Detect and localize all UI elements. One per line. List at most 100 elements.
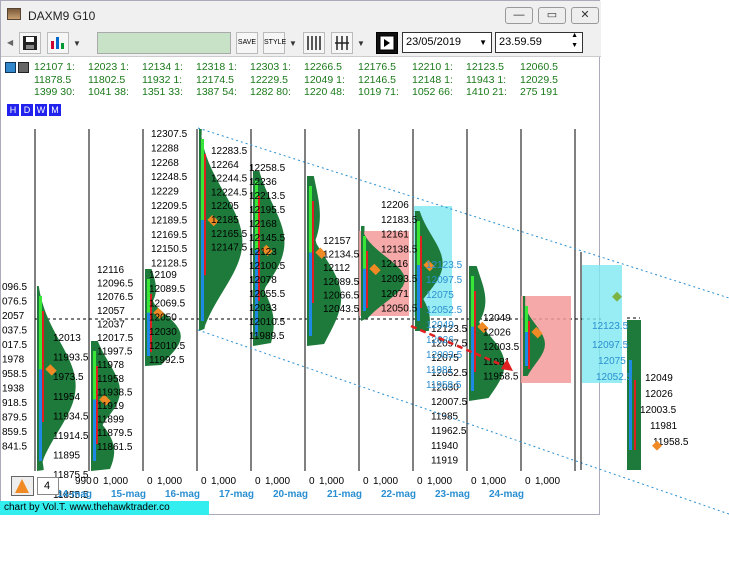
price-label: 11992.5 [149, 355, 185, 366]
price-label: 11919 [431, 455, 459, 466]
minimize-button[interactable]: — [505, 7, 533, 24]
volume-tick-label: 0 [417, 476, 423, 487]
nav-number-field[interactable]: 4 [37, 477, 59, 495]
price-label: 11954 [53, 392, 81, 403]
price-label: 11934.5 [53, 411, 89, 422]
price-label: 12049 [426, 320, 454, 331]
stat-value: 1052 66: [412, 86, 453, 98]
stat-value: 1399 30: [34, 86, 75, 98]
price-label: 12283.5 [211, 146, 248, 157]
price-label: 12264 [211, 160, 239, 171]
price-label: 918.5 [2, 398, 27, 409]
stat-value: 1220 48: [304, 86, 345, 98]
stat-value: 1041 38: [88, 86, 129, 98]
style-button[interactable]: STYLE [263, 32, 286, 54]
chart-type-icon[interactable] [47, 32, 69, 54]
stat-value: 12303 1: [250, 61, 291, 73]
mode-button-w[interactable]: W [35, 104, 47, 116]
price-label: 12033 [249, 303, 277, 314]
stats-column: 12023 1: 11802.5 1041 38: [88, 61, 129, 99]
price-label: 096.5 [2, 282, 27, 293]
price-label: 12003.5 [483, 342, 520, 353]
price-label: 12075 [598, 356, 626, 367]
price-label: 859.5 [2, 427, 27, 438]
volume-tick-label: 0 [471, 476, 477, 487]
date-label: 21-mag [327, 489, 362, 500]
poc-bar [366, 251, 368, 308]
price-label: 12026 [483, 328, 511, 339]
poc-bar [204, 154, 206, 276]
price-label: 12017.5 [97, 333, 134, 344]
price-label: 12165.5 [211, 229, 248, 240]
mode-button-h[interactable]: H [7, 104, 19, 116]
price-label: 12066.5 [323, 290, 360, 301]
price-label: 958.5 [2, 369, 27, 380]
date-picker[interactable]: 23/05/2019 ▼ [402, 32, 492, 53]
stat-value: 12318 1: [196, 61, 237, 73]
price-label: 12268 [151, 158, 179, 169]
price-label: 12224.5 [211, 187, 248, 198]
price-label: 12112 [323, 263, 351, 274]
price-label: 12076.5 [97, 292, 134, 303]
toolbar: ◀ ▼ SAVE STYLE ▼ ▼ 23/05/2019 ▼ 23.59.59… [1, 29, 601, 57]
stats-column: 12318 1: 12174.5 1387 54: [196, 61, 237, 99]
price-label: 11985 [431, 412, 459, 423]
stat-value: 12174.5 [196, 73, 234, 86]
restore-button[interactable]: ▭ [538, 7, 566, 24]
price-label: 12209.5 [151, 201, 188, 212]
price-label: 11997.5 [97, 347, 133, 358]
price-label: 12075 [426, 290, 454, 301]
stats-column: 12060.5 12029.5 275 191 [520, 61, 558, 99]
price-label: 12096.5 [97, 279, 134, 290]
date-label: 24-mag [489, 489, 524, 500]
price-label: 12205 [211, 201, 239, 212]
price-label: 1973.5 [53, 372, 84, 383]
price-label: 11938.5 [97, 387, 133, 398]
price-label: 11958.5 [426, 380, 462, 391]
date-dropdown-icon[interactable]: ▼ [479, 33, 487, 52]
price-label: 11958.5 [653, 437, 689, 448]
levels-icon[interactable] [18, 62, 29, 73]
play-button[interactable] [376, 32, 398, 54]
price-label: 12116 [97, 265, 125, 276]
price-label: 11989.5 [249, 331, 285, 342]
poc-bar [634, 380, 636, 450]
price-label: 2057 [2, 311, 25, 322]
close-button[interactable]: ✕ [571, 7, 599, 24]
credit-bar: chart by Vol.T. www.thehawktrader.co [0, 501, 209, 515]
volume-tick-label: 0 [363, 476, 369, 487]
price-label: 11899 [97, 415, 125, 426]
layout-icon[interactable] [331, 32, 353, 54]
navigate-button[interactable] [11, 476, 34, 496]
mode-button-d[interactable]: D [21, 104, 33, 116]
price-label: 11993.5 [53, 353, 89, 364]
price-label: 12123.5 [426, 260, 463, 271]
price-label: 11919 [97, 401, 125, 412]
volume-tick-label: 0 [309, 476, 315, 487]
price-label: 12089.5 [149, 284, 186, 295]
price-label: 12055.5 [249, 289, 286, 300]
layout-dropdown-icon[interactable]: ▼ [357, 39, 365, 48]
range-bar [629, 360, 632, 450]
settings-icon[interactable] [5, 62, 16, 73]
save-disk-icon[interactable] [19, 32, 41, 54]
price-label: 11879.5 [97, 428, 133, 439]
price-label: 12089.5 [323, 277, 360, 288]
time-spinner-icon[interactable]: ▲ ▼ [571, 31, 578, 51]
mode-button-m[interactable]: M [49, 104, 61, 116]
save-button[interactable]: SAVE [236, 32, 258, 54]
time-field[interactable]: 23.59.59 ▲ ▼ [495, 32, 583, 53]
style-dropdown-icon[interactable]: ▼ [289, 39, 297, 48]
symbol-field[interactable] [97, 32, 231, 54]
scroll-left-icon[interactable]: ◀ [7, 38, 13, 47]
price-label: 12030 [149, 327, 177, 338]
stats-column: 12107 1: 11878.5 1399 30: [34, 61, 75, 99]
columns-icon[interactable] [303, 32, 325, 54]
price-label: 12013 [53, 333, 81, 344]
price-label: 11978 [97, 360, 125, 371]
chart-type-dropdown-icon[interactable]: ▼ [73, 39, 81, 48]
stats-panel: 12107 1: 11878.5 1399 30: 12023 1: 11802.5 10… [1, 58, 601, 103]
price-label: 1938 [2, 384, 25, 395]
price-label: 12244.5 [211, 174, 248, 185]
stat-value: 12134 1: [142, 61, 183, 73]
